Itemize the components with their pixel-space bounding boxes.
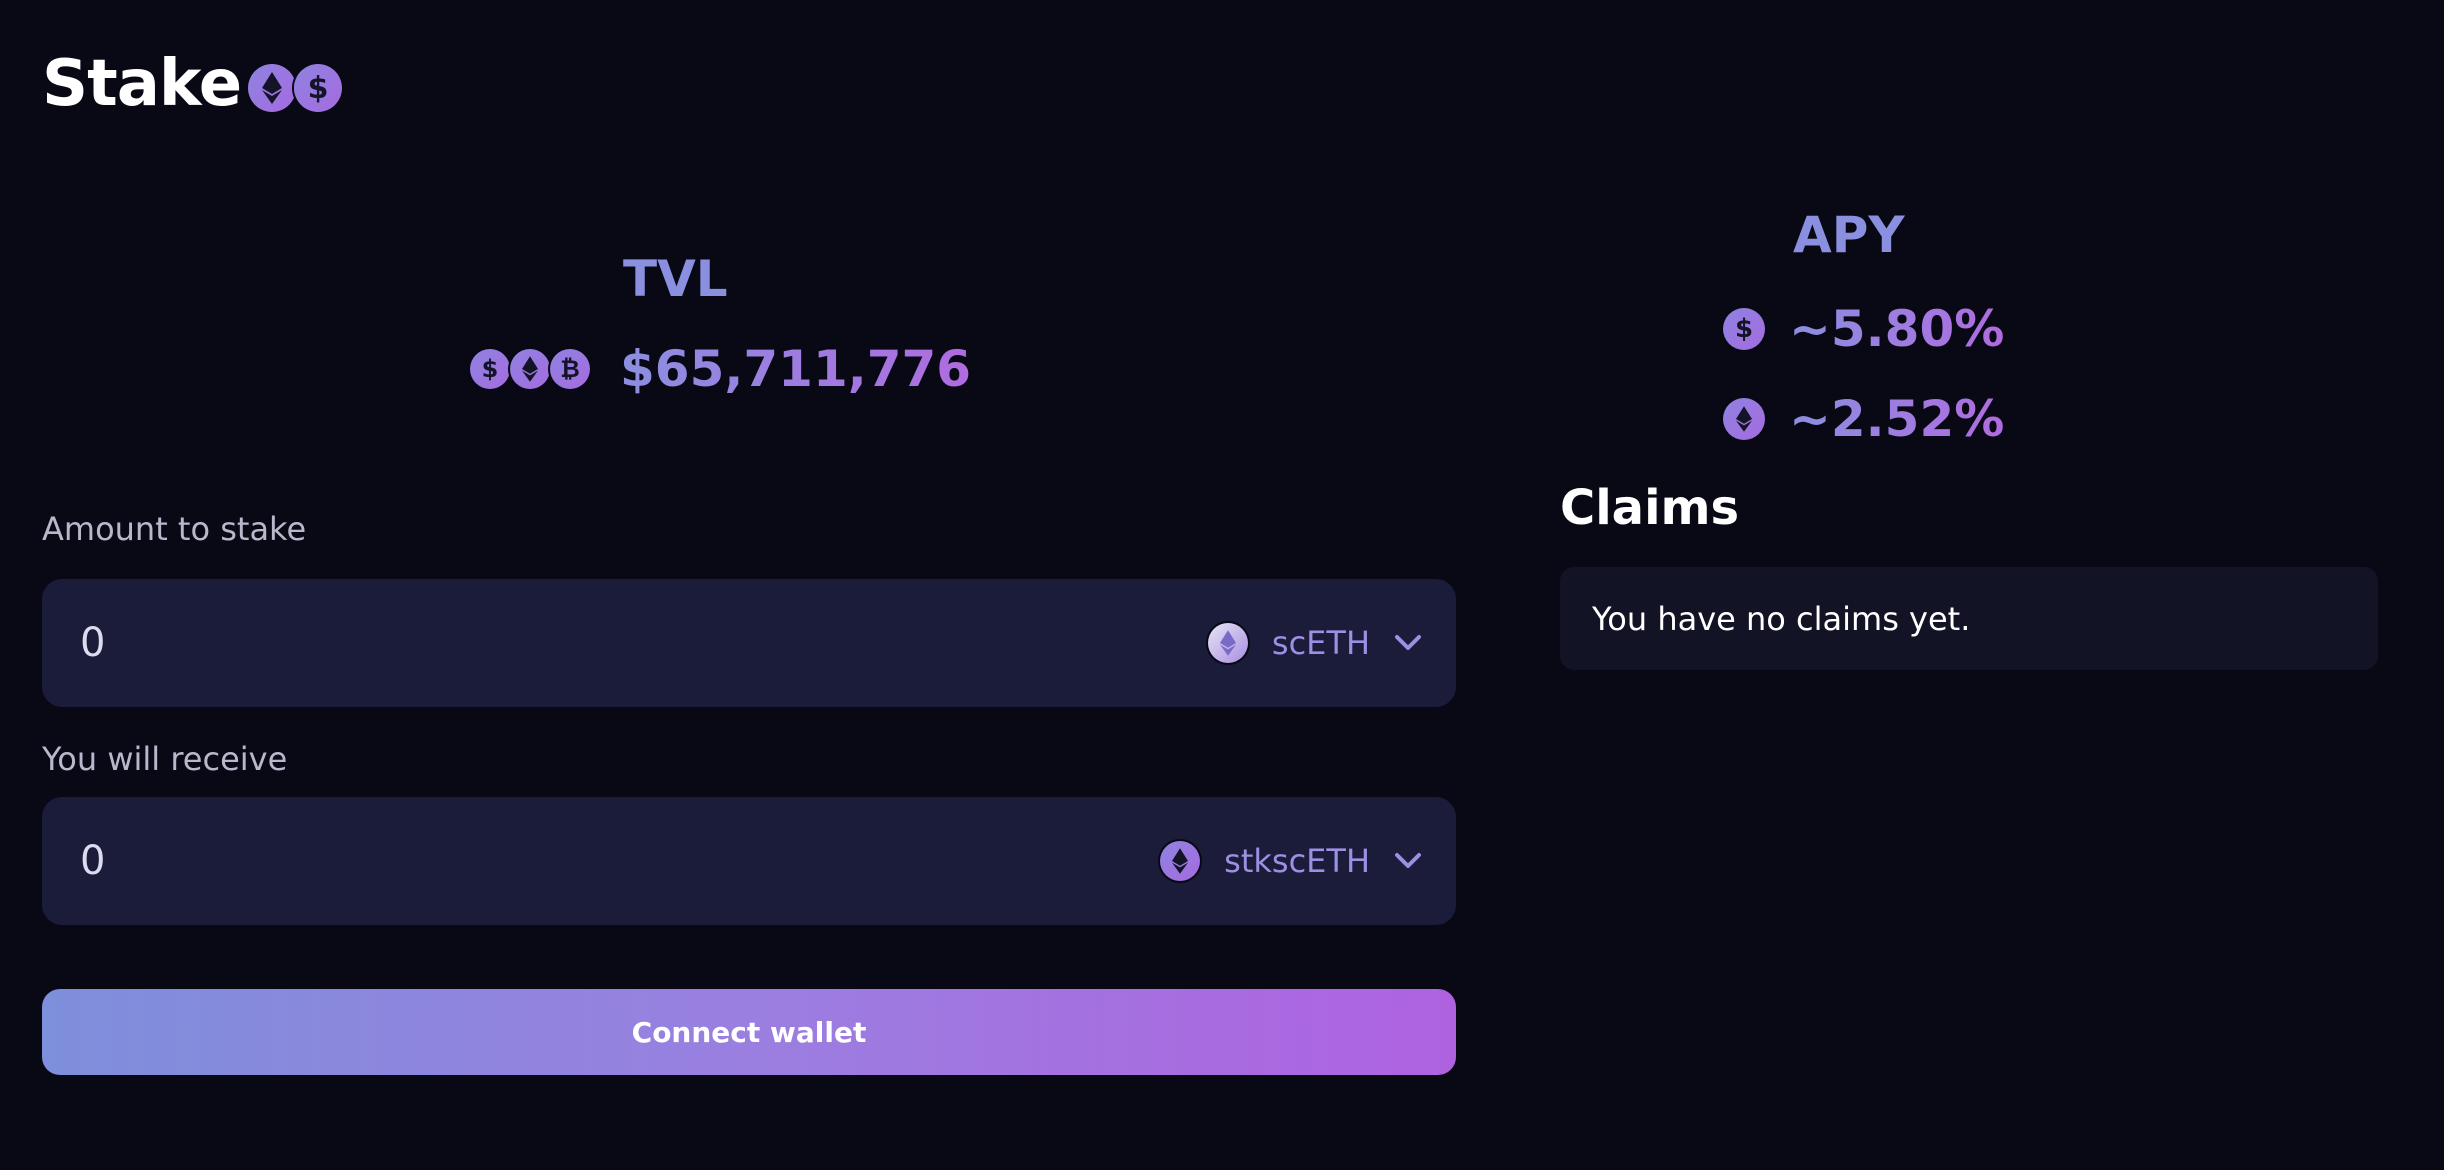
eth-coin-icon xyxy=(510,349,550,389)
amount-input[interactable]: 0 scETH xyxy=(42,579,1456,707)
amount-value[interactable]: 0 xyxy=(80,620,1208,666)
tvl-token-icons: $ ₿ xyxy=(470,349,590,389)
apy-value-eth: ~2.52% xyxy=(1789,390,2005,448)
page-title: Stake xyxy=(42,47,242,121)
dollar-coin-icon: $ xyxy=(470,349,510,389)
claims-title: Claims xyxy=(1560,480,1740,536)
sceth-token-icon xyxy=(1207,623,1248,663)
eth-coin-icon xyxy=(1160,841,1201,881)
claims-empty-box: You have no claims yet. xyxy=(1560,567,2378,670)
receive-token-select[interactable]: stkscETH xyxy=(1160,841,1422,881)
tvl-label: TVL xyxy=(623,250,728,308)
apy-row-eth: ~2.52% xyxy=(1723,394,2004,444)
apy-value-usd: ~5.80% xyxy=(1789,300,2005,358)
amount-token-select[interactable]: scETH xyxy=(1207,623,1422,663)
apy-row-usd: $ ~5.80% xyxy=(1723,304,2004,354)
connect-wallet-button[interactable]: Connect wallet xyxy=(42,989,1456,1075)
dollar-coin-icon: $ xyxy=(294,64,342,112)
title-token-icons: $ xyxy=(248,64,342,112)
eth-coin-icon xyxy=(1723,398,1765,440)
amount-token-name: scETH xyxy=(1271,624,1370,662)
chevron-down-icon xyxy=(1395,853,1421,868)
tvl-row: $ ₿ $65,711,776 xyxy=(470,344,971,394)
dollar-coin-icon: $ xyxy=(1723,308,1765,350)
claims-empty-message: You have no claims yet. xyxy=(1592,599,1971,638)
receive-label: You will receive xyxy=(42,740,288,778)
receive-token-name: stkscETH xyxy=(1224,842,1370,880)
eth-coin-icon xyxy=(248,64,296,112)
receive-output: 0 stkscETH xyxy=(42,797,1456,925)
receive-value: 0 xyxy=(80,838,106,884)
amount-label: Amount to stake xyxy=(42,510,307,548)
chevron-down-icon xyxy=(1395,635,1421,650)
bitcoin-coin-icon: ₿ xyxy=(550,349,590,389)
tvl-value: $65,711,776 xyxy=(620,340,972,398)
apy-label: APY xyxy=(1793,206,1905,264)
